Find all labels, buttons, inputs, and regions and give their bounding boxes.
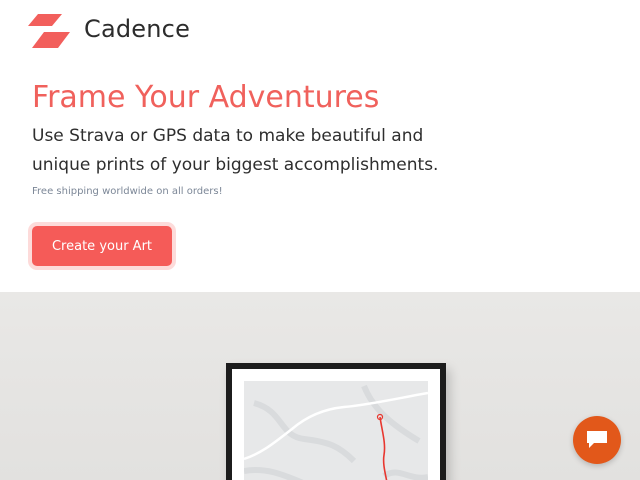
route-map-graphic	[243, 384, 429, 480]
shipping-note: Free shipping worldwide on all orders!	[32, 186, 223, 197]
cadence-logo-icon[interactable]	[26, 14, 70, 48]
create-art-button[interactable]: Create your Art	[32, 226, 172, 266]
hero-subheadline: Use Strava or GPS data to make beautiful…	[32, 126, 439, 175]
framed-print-photo	[0, 292, 640, 480]
hero-headline: Frame Your Adventures	[32, 80, 380, 115]
chat-bubble-icon	[587, 431, 607, 448]
brand-name[interactable]: Cadence	[84, 15, 190, 43]
route-map	[243, 381, 429, 480]
chat-widget-button[interactable]	[573, 416, 621, 464]
site-header: Cadence	[0, 0, 640, 62]
print-mat	[232, 369, 440, 480]
picture-frame	[226, 363, 446, 480]
